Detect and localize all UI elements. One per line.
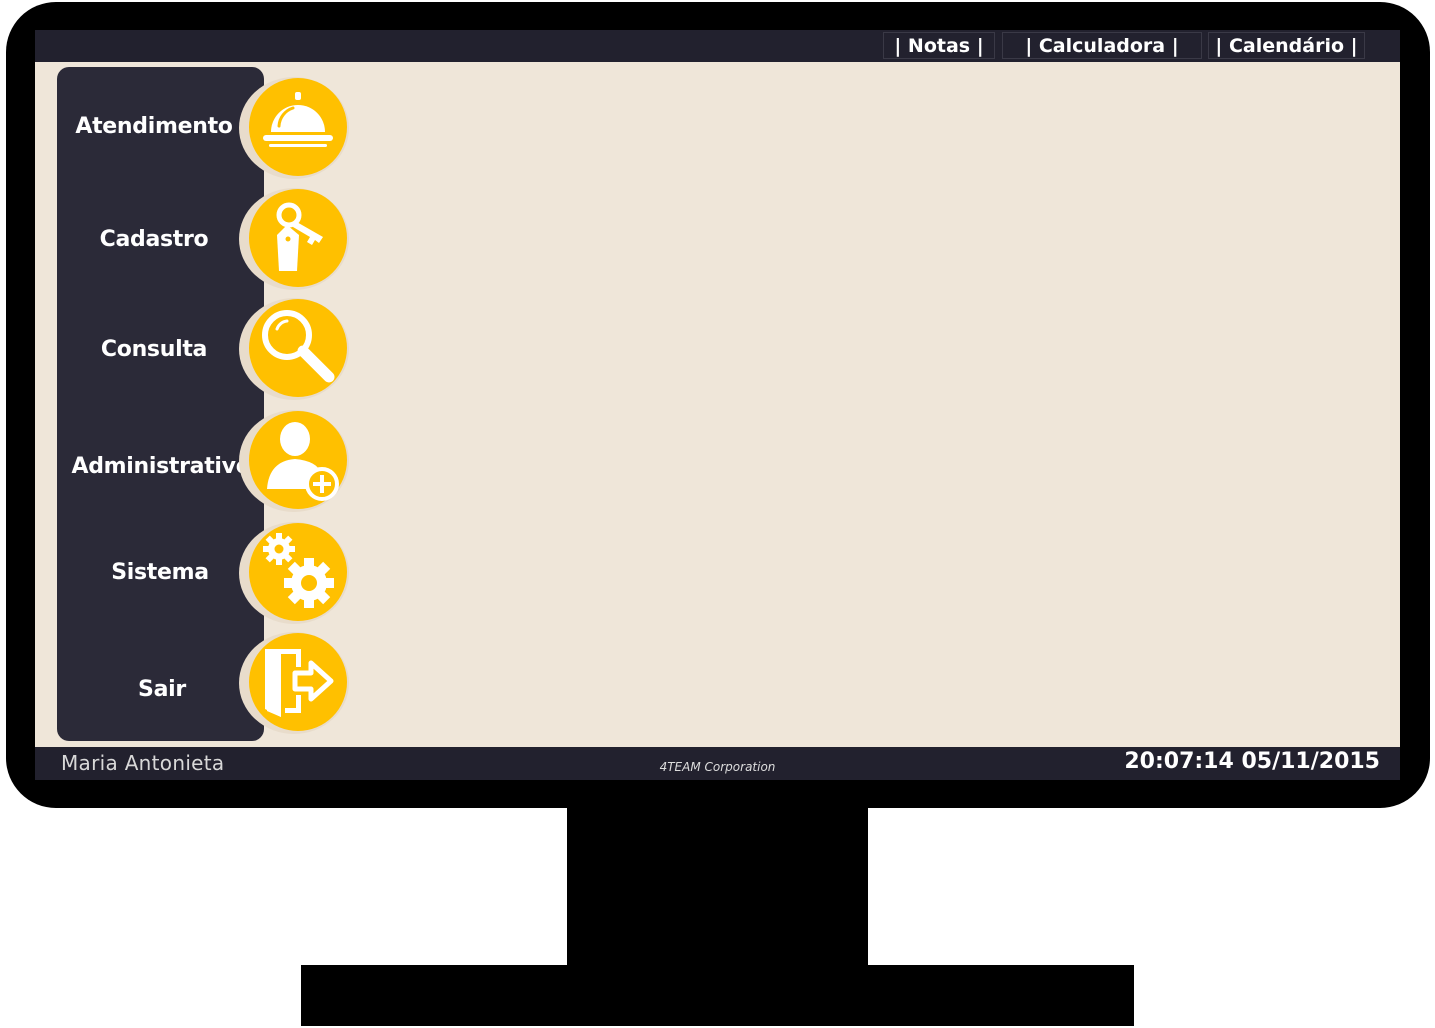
status-bar: Maria Antonieta 4TEAM Corporation 20:07:… — [35, 747, 1400, 780]
menu-item-label: Consulta — [100, 337, 208, 362]
menu-item-administrativo[interactable]: Administrativo — [57, 409, 387, 513]
key-tag-icon — [249, 189, 347, 287]
menu-item-sistema[interactable]: Sistema — [57, 521, 387, 625]
magnifier-icon — [249, 299, 347, 397]
menu-item-atendimento[interactable]: Atendimento — [57, 76, 387, 180]
exit-door-icon — [249, 633, 347, 731]
menu-item-label: Sair — [138, 677, 186, 702]
calendario-link[interactable]: | Calendário | — [1208, 32, 1365, 59]
datetime-display: 20:07:14 05/11/2015 — [1124, 749, 1380, 774]
notas-link[interactable]: | Notas | — [883, 32, 995, 59]
menu-item-cadastro[interactable]: Cadastro — [57, 187, 387, 291]
menu-item-label: Sistema — [111, 560, 209, 585]
monitor-stand-base — [301, 965, 1134, 1026]
user-add-icon — [249, 411, 347, 509]
menu-item-label: Cadastro — [99, 227, 209, 252]
monitor-stand-neck — [567, 805, 868, 967]
calculadora-link[interactable]: | Calculadora | — [1002, 32, 1202, 59]
menu-item-consulta[interactable]: Consulta — [57, 297, 387, 401]
menu-item-label: Atendimento — [75, 114, 233, 139]
gears-icon — [249, 523, 347, 621]
service-bell-icon — [249, 78, 347, 176]
menu-item-sair[interactable]: Sair — [57, 631, 387, 735]
top-toolbar: | Notas | | Calculadora | | Calendário | — [35, 30, 1400, 62]
menu-item-label: Administrativo — [71, 454, 251, 479]
app-screen: | Notas | | Calculadora | | Calendário |… — [35, 30, 1400, 780]
